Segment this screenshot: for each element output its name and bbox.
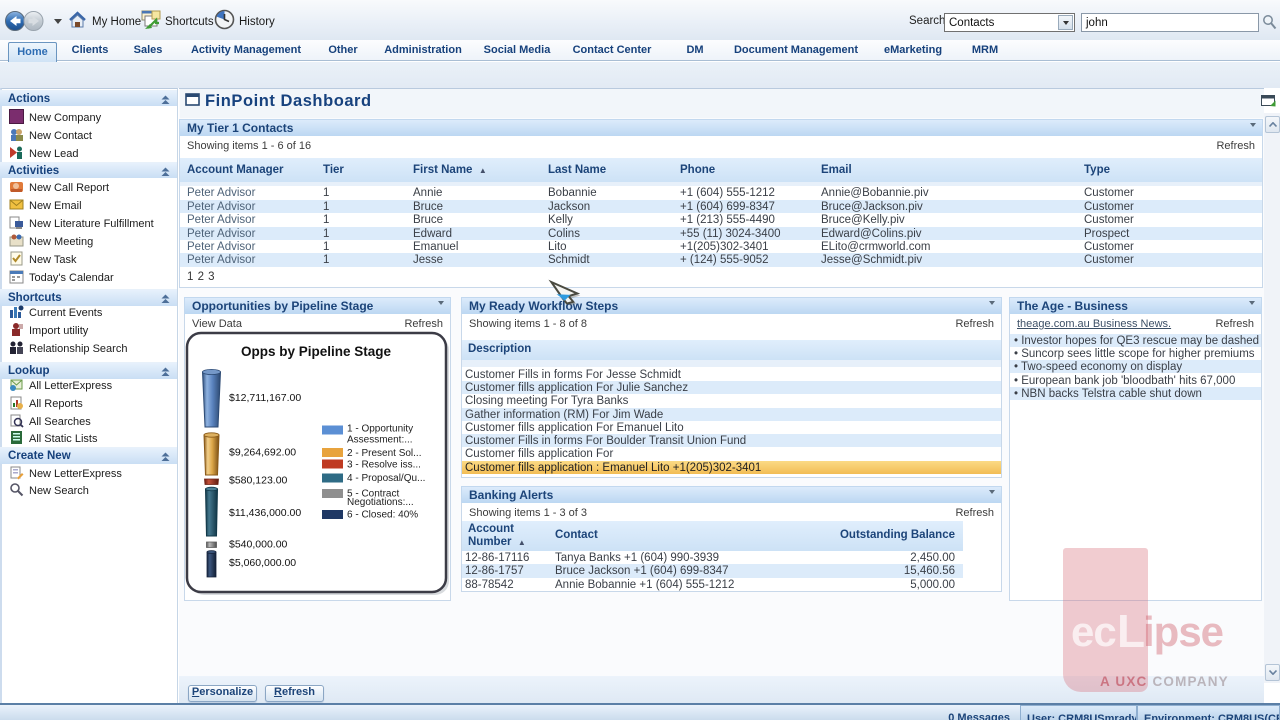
svg-text:3 - Resolve iss...: 3 - Resolve iss...	[347, 460, 421, 471]
svg-text:4 - Proposal/Qu...: 4 - Proposal/Qu...	[347, 473, 425, 484]
svg-text:$5,060,000.00: $5,060,000.00	[229, 557, 296, 569]
svg-text:$9,264,692.00: $9,264,692.00	[229, 447, 296, 459]
svg-text:6 - Closed: 40%: 6 - Closed: 40%	[347, 510, 418, 521]
svg-text:1 - Opportunity: 1 - Opportunity	[347, 424, 413, 435]
svg-text:$580,123.00: $580,123.00	[229, 475, 288, 487]
svg-text:Negotiations:...: Negotiations:...	[347, 497, 414, 508]
svg-text:$540,000.00: $540,000.00	[229, 539, 288, 551]
svg-text:$12,711,167.00: $12,711,167.00	[229, 392, 301, 404]
svg-text:Assessment:...: Assessment:...	[347, 435, 413, 446]
svg-text:$11,436,000.00: $11,436,000.00	[229, 507, 301, 519]
svg-text:Opps by Pipeline Stage: Opps by Pipeline Stage	[241, 344, 392, 359]
svg-text:2 - Present Sol...: 2 - Present Sol...	[347, 448, 421, 459]
